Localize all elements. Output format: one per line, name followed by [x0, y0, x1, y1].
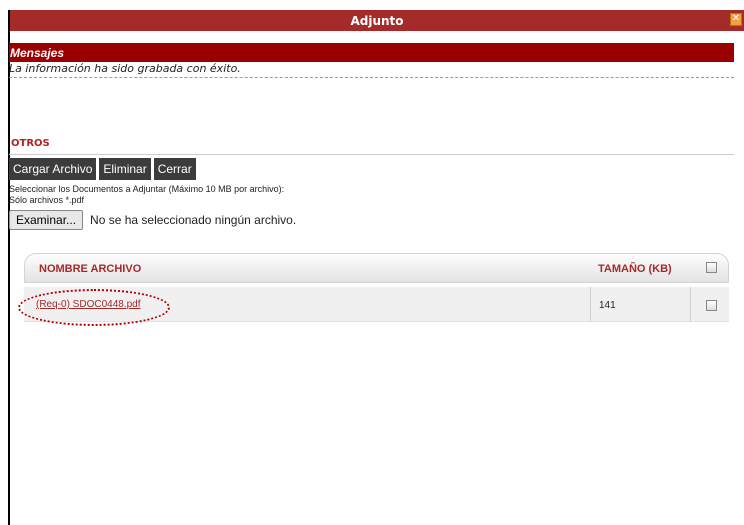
file-name-link[interactable]: (Req-0) SDOC0448.pdf: [36, 299, 141, 310]
dialog-title: Adjunto: [350, 14, 404, 28]
action-toolbar: Cargar Archivo Eliminar Cerrar: [9, 158, 196, 180]
title-bar: Adjunto ✕: [10, 10, 744, 31]
file-size: 141: [599, 300, 616, 311]
file-type-note: Sólo archivos *.pdf: [9, 195, 85, 205]
column-header-name: NOMBRE ARCHIVO: [39, 263, 142, 275]
close-button[interactable]: Cerrar: [153, 158, 196, 180]
section-title: OTROS: [11, 138, 50, 149]
file-input: Examinar... No se ha seleccionado ningún…: [9, 210, 296, 230]
column-divider: [590, 287, 591, 322]
table-row: (Req-0) SDOC0448.pdf 141: [24, 287, 729, 322]
success-message: La información ha sido grabada con éxito…: [9, 62, 734, 78]
messages-header: Mensajes: [9, 43, 734, 62]
select-all-checkbox[interactable]: [706, 262, 717, 273]
browse-button[interactable]: Examinar...: [9, 210, 84, 230]
column-header-size: TAMAÑO (KB): [598, 263, 672, 275]
file-status-text: No se ha seleccionado ningún archivo.: [90, 213, 297, 227]
delete-button[interactable]: Eliminar: [99, 158, 151, 180]
section-divider: [9, 154, 734, 155]
row-checkbox[interactable]: [706, 300, 717, 311]
close-icon[interactable]: ✕: [730, 13, 742, 26]
upload-file-button[interactable]: Cargar Archivo: [9, 158, 97, 180]
column-divider: [690, 287, 691, 322]
upload-instructions: Seleccionar los Documentos a Adjuntar (M…: [9, 184, 285, 194]
table-header: NOMBRE ARCHIVO TAMAÑO (KB): [24, 253, 729, 283]
